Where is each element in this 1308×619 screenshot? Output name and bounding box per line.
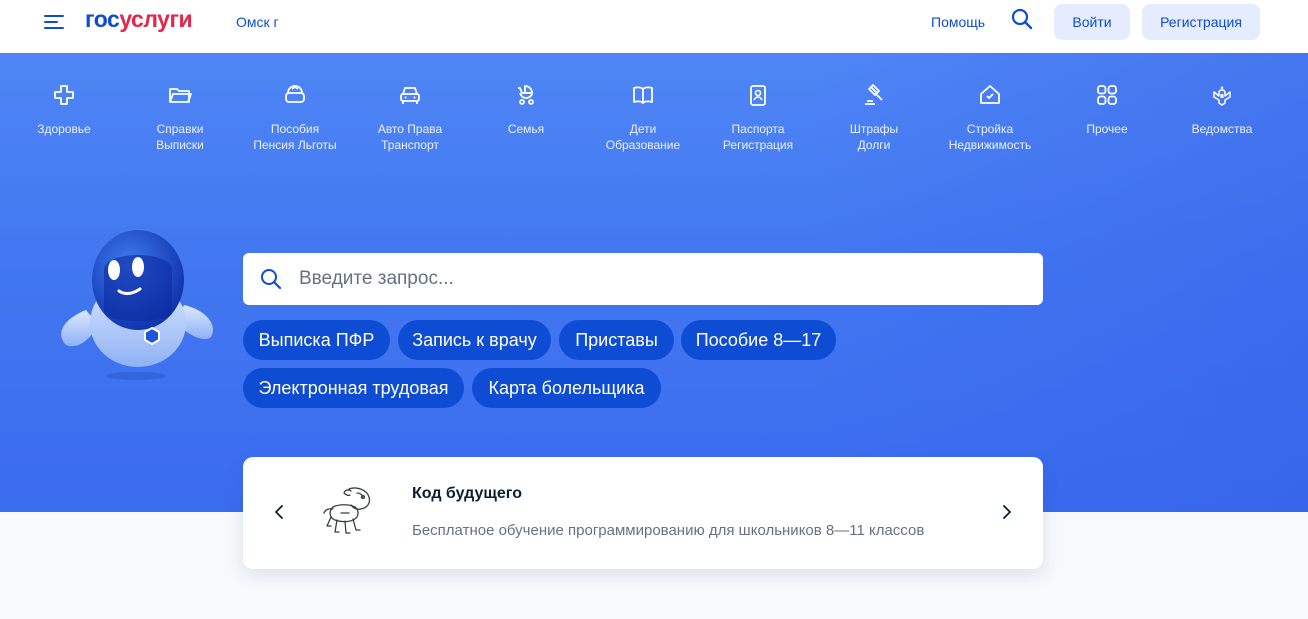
health-cross-icon [52,83,76,107]
city-selector[interactable]: Омск г [236,14,279,30]
hero-section: Здоровье Справки Выписки Пособия Пенсия … [0,53,1308,512]
login-button[interactable]: Войти [1054,4,1130,40]
house-icon [978,83,1002,107]
search-icon[interactable] [1011,8,1033,30]
category-line-1: Авто Права [377,122,443,136]
gosuslugi-logo[interactable]: госуслуги [85,6,193,33]
category-children[interactable]: Дети Образование [585,83,701,153]
category-line-1: Пособия [270,122,320,136]
promo-text: Бесплатное обучение программированию для… [412,522,925,539]
category-other[interactable]: Прочее [1049,83,1165,137]
car-icon [398,83,422,107]
category-line-2: Долги [857,138,891,152]
chip-fan-card[interactable]: Карта болельщика [472,368,661,408]
grid-icon [1095,83,1119,107]
category-line-1: Справки [156,122,204,136]
chip-pfr-statement[interactable]: Выписка ПФР [243,320,390,360]
category-line-1: Ведомства [1191,122,1253,136]
promo-title: Код будущего [412,485,522,502]
category-line-1: Паспорта [731,122,785,136]
category-line-2: Выписки [156,138,204,152]
chevron-right-icon[interactable] [999,503,1015,521]
chip-allowance[interactable]: Пособие 8—17 [681,320,836,360]
category-passports[interactable]: Паспорта Регистрация [700,83,816,153]
category-line-2: Образование [605,138,681,152]
emblem-icon [1210,83,1234,107]
search-input[interactable] [299,253,1029,305]
wallet-icon [283,83,307,107]
category-line-1: Семья [507,122,545,136]
category-line-1: Штрафы [849,122,899,136]
category-line-1: Дети [629,122,657,136]
category-auto[interactable]: Авто Права Транспорт [352,83,468,153]
category-line-2: Регистрация [722,138,794,152]
category-benefits[interactable]: Пособия Пенсия Льготы [237,83,353,153]
category-line-2: Недвижимость [948,138,1032,152]
category-line-2: Транспорт [381,138,439,152]
category-line-2: Пенсия Льготы [253,138,337,152]
chip-bailiffs[interactable]: Приставы [559,320,674,360]
category-health[interactable]: Здоровье [6,83,122,137]
top-header: госуслуги Омск г Помощь Войти Регистраци… [0,0,1308,53]
register-button[interactable]: Регистрация [1142,4,1260,40]
promo-card[interactable]: Код будущего Бесплатное обучение програм… [243,457,1043,569]
chevron-left-icon[interactable] [271,503,287,521]
chip-doctor-appointment[interactable]: Запись к врачу [398,320,551,360]
logo-part-2: услуги [119,6,193,32]
robot-dog-icon [319,483,379,541]
stroller-icon [514,83,538,107]
logo-part-1: гос [85,6,120,32]
menu-icon[interactable] [44,13,68,31]
category-line-1: Здоровье [37,122,91,136]
gavel-icon [862,83,886,107]
search-icon [260,268,282,290]
chip-work-record[interactable]: Электронная трудовая [243,368,464,408]
robot-mascot [56,225,218,385]
category-fines[interactable]: Штрафы Долги [816,83,932,153]
search-box [243,253,1043,305]
folder-icon [168,83,192,107]
category-family[interactable]: Семья [468,83,584,137]
category-certificates[interactable]: Справки Выписки [122,83,238,153]
category-departments[interactable]: Ведомства [1164,83,1280,137]
passport-icon [746,83,770,107]
help-link[interactable]: Помощь [931,14,985,30]
category-line-1: Стройка [966,122,1014,136]
category-line-1: Прочее [1086,122,1128,136]
book-icon [631,83,655,107]
category-realty[interactable]: Стройка Недвижимость [932,83,1048,153]
